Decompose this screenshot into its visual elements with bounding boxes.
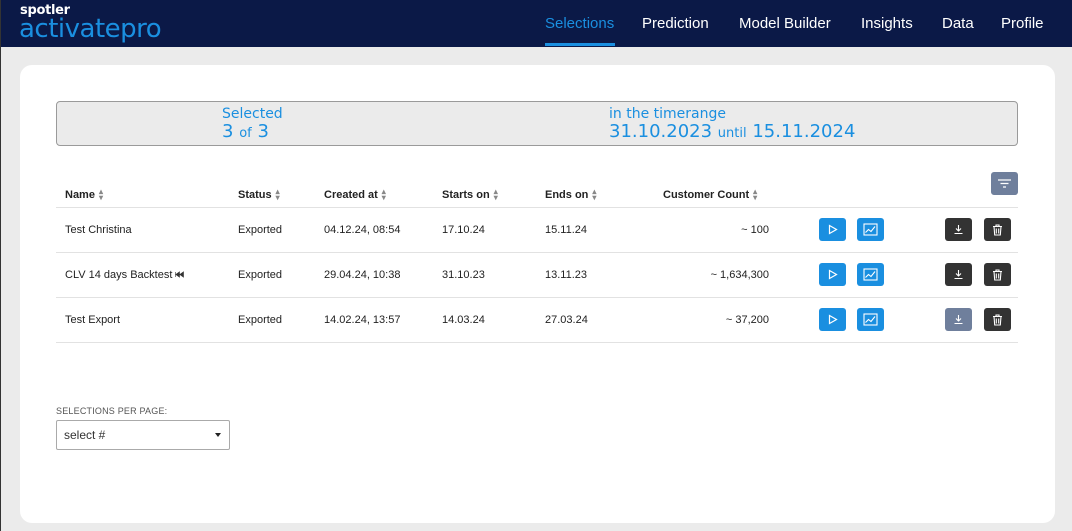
col-manage-header (909, 183, 1018, 208)
row-ends: 13.11.23 (536, 252, 654, 298)
nav-active-underline (545, 43, 615, 46)
col-actions-header (799, 183, 909, 208)
table-row: Test Export Exported 14.02.24, 13:57 14.… (56, 297, 1018, 343)
download-icon (954, 270, 963, 280)
row-created: 29.04.24, 10:38 (315, 252, 433, 298)
nav-insights[interactable]: Insights (861, 15, 913, 32)
row-customer-count: ~ 100 (654, 207, 799, 253)
row-manage (909, 252, 1018, 298)
trash-icon (993, 313, 1003, 326)
row-starts: 14.03.24 (433, 297, 536, 343)
row-created: 04.12.24, 08:54 (315, 207, 433, 253)
sort-icon: ▴ ▾ (753, 186, 758, 202)
col-starts-header[interactable]: Starts on ▴ ▾ (433, 183, 536, 208)
download-button[interactable] (945, 218, 972, 241)
row-customer-count: ~ 1,634,300 (654, 252, 799, 298)
row-name[interactable]: CLV 14 days Backtest (56, 252, 229, 298)
row-status: Exported (229, 297, 315, 343)
row-manage (909, 297, 1018, 343)
col-name-header[interactable]: Name ▴ ▾ (56, 183, 229, 208)
sort-icon: ▴ ▾ (493, 186, 498, 202)
delete-button[interactable] (984, 218, 1012, 241)
row-ends: 27.03.24 (536, 297, 654, 343)
nav-prediction[interactable]: Prediction (642, 15, 709, 32)
play-icon (828, 269, 838, 280)
chevron-down-icon (215, 433, 221, 437)
table-header-row: Name ▴ ▾ Status ▴ ▾ Created at ▴ ▾ Starts on ▴ ▾… (56, 183, 1018, 208)
activatepro-logo[interactable]: spotler activatepro (19, 3, 194, 45)
window-edge (0, 0, 1, 531)
per-page-label: SELECTIONS PER PAGE: (56, 406, 168, 416)
col-created-header[interactable]: Created at ▴ ▾ (315, 183, 433, 208)
selections-card: Selected 3 of 3 in the timerange 31.10.2… (20, 65, 1055, 523)
row-manage (909, 207, 1018, 253)
row-name[interactable]: Test Export (56, 297, 229, 343)
backtest-icon (175, 271, 185, 278)
sort-icon: ▴ ▾ (592, 186, 597, 202)
selections-table: Name ▴ ▾ Status ▴ ▾ Created at ▴ ▾ Starts on ▴ ▾… (56, 183, 1018, 343)
col-ends-header[interactable]: Ends on ▴ ▾ (536, 183, 654, 208)
run-button[interactable] (819, 263, 846, 286)
insights-button[interactable] (857, 263, 885, 286)
insights-button[interactable] (857, 308, 885, 331)
timerange-value: 31.10.2023 until 15.11.2024 (609, 121, 856, 142)
chart-icon (863, 313, 878, 326)
selected-label: Selected (222, 106, 283, 122)
nav-profile[interactable]: Profile (1001, 15, 1044, 32)
sort-icon: ▴ ▾ (381, 186, 386, 202)
nav-selections[interactable]: Selections (545, 15, 614, 32)
row-status: Exported (229, 252, 315, 298)
row-actions (799, 297, 909, 343)
run-button[interactable] (819, 308, 846, 331)
chart-icon (863, 223, 878, 236)
row-starts: 31.10.23 (433, 252, 536, 298)
per-page-value: select # (64, 428, 106, 442)
download-button-disabled[interactable] (945, 308, 972, 331)
row-created: 14.02.24, 13:57 (315, 297, 433, 343)
row-ends: 15.11.24 (536, 207, 654, 253)
logo-main-text: activatepro (19, 14, 162, 44)
nav-model-builder[interactable]: Model Builder (739, 15, 831, 32)
row-actions (799, 252, 909, 298)
selection-summary: Selected 3 of 3 in the timerange 31.10.2… (56, 101, 1018, 146)
per-page-select[interactable]: select # (56, 420, 230, 450)
play-icon (828, 224, 838, 235)
selected-count: 3 of 3 (222, 121, 269, 142)
delete-button[interactable] (984, 308, 1012, 331)
trash-icon (993, 268, 1003, 281)
col-status-header[interactable]: Status ▴ ▾ (229, 183, 315, 208)
sort-icon: ▴ ▾ (275, 186, 280, 202)
download-icon (954, 315, 963, 325)
play-icon (828, 314, 838, 325)
row-starts: 17.10.24 (433, 207, 536, 253)
timerange-label: in the timerange (609, 106, 726, 122)
chart-icon (863, 268, 878, 281)
download-icon (954, 225, 963, 235)
col-customer-count-header[interactable]: Customer Count ▴ ▾ (654, 183, 799, 208)
run-button[interactable] (819, 218, 846, 241)
table-row: Test Christina Exported 04.12.24, 08:54 … (56, 207, 1018, 253)
sort-icon: ▴ ▾ (98, 186, 103, 202)
row-customer-count: ~ 37,200 (654, 297, 799, 343)
download-button[interactable] (945, 263, 972, 286)
row-actions (799, 207, 909, 253)
insights-button[interactable] (857, 218, 885, 241)
trash-icon (993, 223, 1003, 236)
row-name[interactable]: Test Christina (56, 207, 229, 253)
delete-button[interactable] (984, 263, 1012, 286)
nav-data[interactable]: Data (942, 15, 974, 32)
table-row: CLV 14 days Backtest Exported 29.04.24, … (56, 252, 1018, 298)
row-status: Exported (229, 207, 315, 253)
top-navigation-bar: spotler activatepro Selections Predictio… (0, 0, 1072, 47)
